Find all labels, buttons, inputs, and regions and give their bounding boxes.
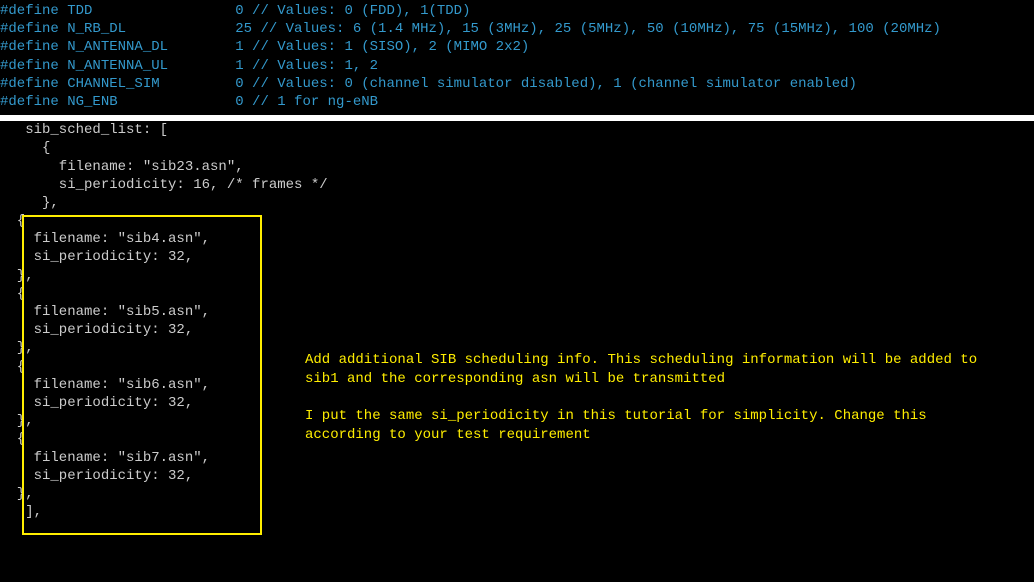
- define-ng-enb: #define NG_ENB 0 // 1 for ng-eNB: [0, 93, 1034, 111]
- code-line: },: [0, 194, 1034, 212]
- annotation-para-2: I put the same si_periodicity in this tu…: [305, 407, 1005, 445]
- define-channel-sim: #define CHANNEL_SIM 0 // Values: 0 (chan…: [0, 75, 1034, 93]
- code-block: sib_sched_list: [ { filename: "sib23.asn…: [0, 121, 1034, 521]
- annotation-text: Add additional SIB scheduling info. This…: [305, 351, 1005, 463]
- code-line: {: [0, 139, 1034, 157]
- define-n-antenna-ul: #define N_ANTENNA_UL 1 // Values: 1, 2: [0, 57, 1034, 75]
- define-n-rb-dl: #define N_RB_DL 25 // Values: 6 (1.4 MHz…: [0, 20, 1034, 38]
- code-line: si_periodicity: 16, /* frames */: [0, 176, 1034, 194]
- code-line: filename: "sib23.asn",: [0, 158, 1034, 176]
- code-line: sib_sched_list: [: [0, 121, 1034, 139]
- highlight-annotation-box: [22, 215, 262, 535]
- annotation-para-1: Add additional SIB scheduling info. This…: [305, 351, 1005, 389]
- define-n-antenna-dl: #define N_ANTENNA_DL 1 // Values: 1 (SIS…: [0, 38, 1034, 56]
- define-tdd: #define TDD 0 // Values: 0 (FDD), 1(TDD): [0, 2, 1034, 20]
- defines-block: #define TDD 0 // Values: 0 (FDD), 1(TDD)…: [0, 0, 1034, 113]
